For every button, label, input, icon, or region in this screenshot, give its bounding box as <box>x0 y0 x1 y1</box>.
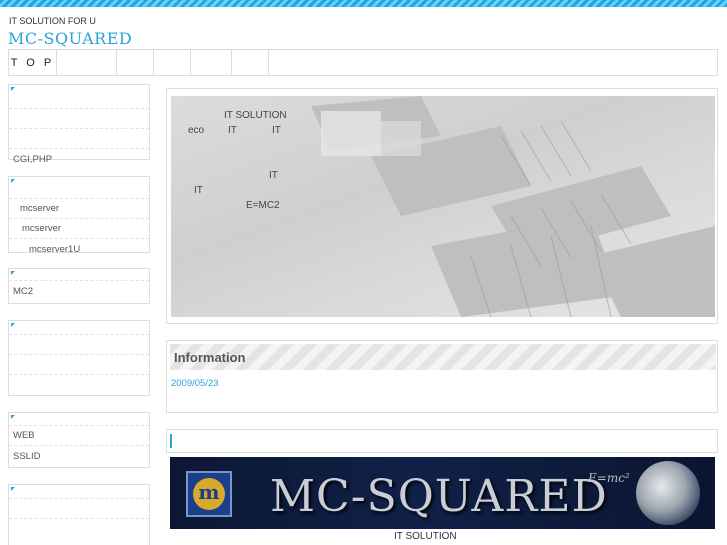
top-stripe <box>0 0 727 7</box>
sidebar-link[interactable] <box>9 89 149 109</box>
banner-title: MC-SQUARED <box>270 471 608 522</box>
sidebar-link[interactable] <box>9 323 149 335</box>
nav-item[interactable] <box>57 50 117 75</box>
sidebar-link[interactable] <box>9 519 149 539</box>
sidebar-link[interactable] <box>9 375 149 395</box>
sidebar-link[interactable] <box>9 109 149 129</box>
banner-caption: IT SOLUTION <box>394 531 457 542</box>
sidebar-link[interactable] <box>9 487 149 499</box>
hero-text: IT <box>194 185 203 196</box>
sidebar-link-mcserver[interactable]: mcserver <box>9 199 149 219</box>
sidebar-link-sslid[interactable]: SSLID <box>9 446 149 466</box>
sidebar-box-servers: mcserver mcserver mcserver1U <box>8 176 150 255</box>
corner-marker-icon <box>11 487 15 491</box>
corner-marker-icon <box>11 87 15 91</box>
globe-portrait-icon <box>636 461 700 525</box>
hero-text: eco <box>188 125 205 136</box>
information-header: Information <box>170 344 716 370</box>
sidebar-link[interactable] <box>9 269 149 281</box>
m-badge-icon: m <box>186 471 232 517</box>
sidebar-box-mc2: MC2 <box>8 268 150 304</box>
sidebar-link-mc2[interactable]: MC2 <box>9 281 149 301</box>
sidebar-box-web: WEB SSLID <box>8 412 150 468</box>
sidebar-link-cgi-php[interactable]: CGI,PHP <box>9 149 149 169</box>
nav-item[interactable] <box>117 50 154 75</box>
information-date: 2009/05/23 <box>171 378 219 389</box>
sidebar-link-web[interactable]: WEB <box>9 426 149 446</box>
information-panel: Information 2009/05/23 <box>166 340 718 413</box>
hero-image: IT SOLUTION eco IT IT IT IT E=MC2 <box>171 96 715 317</box>
nav-item[interactable] <box>191 50 232 75</box>
section-bar <box>166 429 718 453</box>
corner-marker-icon <box>11 271 15 275</box>
sidebar-link[interactable] <box>9 499 149 519</box>
site-logo[interactable]: MC-SQUARED <box>8 29 132 48</box>
information-title: Information <box>174 350 246 365</box>
nav-item-top[interactable]: T O P <box>9 50 57 75</box>
corner-marker-icon <box>11 415 15 419</box>
hero-text: IT <box>269 170 278 181</box>
sidebar-link[interactable] <box>9 355 149 375</box>
badge-letter: m <box>198 480 220 504</box>
sidebar-link[interactable] <box>9 415 149 426</box>
hero-text: IT <box>272 125 281 136</box>
hero-text: IT <box>228 125 237 136</box>
site-tagline: IT SOLUTION FOR U <box>9 16 96 26</box>
sidebar-box-services: CGI,PHP <box>8 84 150 165</box>
sidebar-box-extra <box>8 484 150 545</box>
sidebar-link-mcserver-2[interactable]: mcserver <box>9 219 149 239</box>
hero-panel: IT SOLUTION eco IT IT IT IT E=MC2 <box>166 88 718 324</box>
hero-text: IT SOLUTION <box>224 110 287 121</box>
corner-marker-icon <box>11 323 15 327</box>
sidebar-box-blank <box>8 320 150 396</box>
section-marker-icon <box>170 434 172 448</box>
nav-item[interactable] <box>232 50 269 75</box>
main-nav: T O P <box>8 49 718 76</box>
nav-item[interactable] <box>154 50 191 75</box>
hero-text: E=MC2 <box>246 200 280 211</box>
sidebar-link[interactable] <box>9 335 149 355</box>
sidebar-link-mcserver1u[interactable]: mcserver1U <box>9 239 149 259</box>
corner-marker-icon <box>11 179 15 183</box>
sidebar-link[interactable] <box>9 179 149 199</box>
banner-formula: E=mc² <box>588 471 630 485</box>
sidebar-link[interactable] <box>9 129 149 149</box>
mc-squared-banner[interactable]: m MC-SQUARED E=mc² <box>170 457 715 529</box>
